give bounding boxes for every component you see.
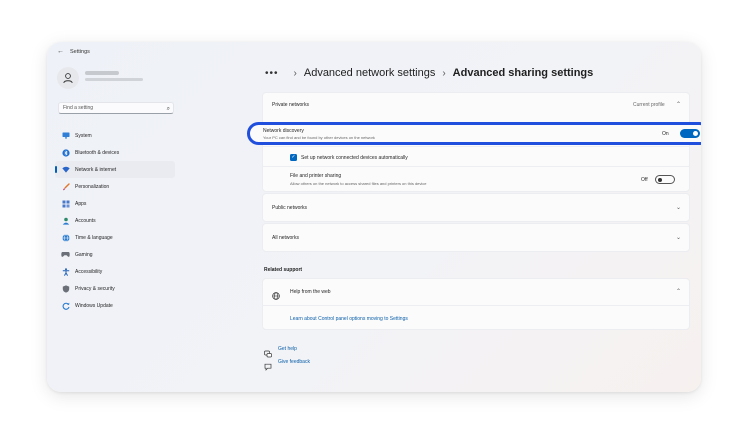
help-from-web-title: Help from the web bbox=[290, 289, 331, 295]
app-title: Settings bbox=[70, 49, 90, 55]
brush-icon bbox=[61, 182, 70, 191]
public-networks-card[interactable]: Public networks ⌄ bbox=[262, 193, 690, 222]
user-email-redacted bbox=[85, 78, 143, 81]
help-from-web-header[interactable]: Help from the web ⌃ bbox=[263, 279, 689, 305]
related-support-card: Help from the web ⌃ Learn about Control … bbox=[262, 278, 690, 330]
sidebar-item-label: Gaming bbox=[75, 251, 93, 258]
file-sharing-label: File and printer sharing bbox=[290, 173, 342, 179]
bluetooth-icon bbox=[61, 148, 70, 157]
back-arrow-icon[interactable]: ← bbox=[57, 48, 64, 55]
person-icon bbox=[61, 216, 70, 225]
give-feedback-link[interactable]: Give feedback bbox=[278, 359, 310, 365]
all-networks-card[interactable]: All networks ⌄ bbox=[262, 223, 690, 252]
apps-icon bbox=[61, 199, 70, 208]
control-panel-link[interactable]: Learn about Control panel options moving… bbox=[290, 316, 408, 322]
chevron-right-icon: › bbox=[293, 68, 297, 79]
search-input[interactable]: Find a setting ⌕ bbox=[58, 102, 174, 114]
private-networks-title: Private networks bbox=[272, 102, 309, 108]
get-help-link[interactable]: Get help bbox=[278, 346, 297, 352]
chevron-down-icon: ⌄ bbox=[676, 205, 682, 211]
sidebar-item-label: Apps bbox=[75, 200, 87, 207]
sidebar-item-apps[interactable]: Apps bbox=[55, 195, 175, 212]
update-icon bbox=[61, 301, 70, 310]
page-title: Advanced sharing settings bbox=[452, 67, 594, 79]
sidebar-item-system[interactable]: System bbox=[55, 127, 175, 144]
auto-setup-label: Set up network connected devices automat… bbox=[301, 155, 408, 161]
sidebar-item-windows-update[interactable]: Windows Update bbox=[55, 297, 175, 314]
shield-icon bbox=[61, 284, 70, 293]
avatar[interactable] bbox=[57, 67, 79, 89]
sidebar-item-personalization[interactable]: Personalization bbox=[55, 178, 175, 195]
network-discovery-toggle[interactable] bbox=[680, 129, 700, 138]
sidebar-item-label: Accounts bbox=[75, 217, 96, 224]
divider bbox=[263, 146, 689, 147]
chevron-right-icon: › bbox=[442, 68, 446, 79]
network-discovery-label: Network discovery bbox=[263, 128, 304, 134]
search-icon: ⌕ bbox=[166, 106, 170, 112]
all-networks-title: All networks bbox=[272, 235, 299, 241]
related-support-heading: Related support bbox=[264, 267, 303, 273]
network-discovery-description: Your PC can find and be found by other d… bbox=[263, 135, 375, 140]
sidebar-nav: System Bluetooth & devices Network & int… bbox=[55, 127, 175, 314]
sidebar-item-network[interactable]: Network & internet bbox=[55, 161, 175, 178]
network-discovery-row[interactable]: Network discovery Your PC can find and b… bbox=[247, 122, 701, 145]
file-sharing-description: Allow others on the network to access sh… bbox=[290, 181, 427, 186]
sidebar-item-label: Privacy & security bbox=[75, 285, 115, 292]
file-sharing-toggle[interactable] bbox=[655, 175, 675, 184]
current-profile-badge: Current profile bbox=[633, 102, 665, 108]
chevron-down-icon: ⌄ bbox=[676, 235, 682, 241]
sidebar-item-label: Bluetooth & devices bbox=[75, 149, 120, 156]
globe-icon bbox=[61, 233, 70, 242]
network-discovery-state: On bbox=[662, 131, 669, 137]
globe-icon bbox=[272, 287, 280, 305]
sidebar-item-time-language[interactable]: Time & language bbox=[55, 229, 175, 246]
sidebar-item-bluetooth[interactable]: Bluetooth & devices bbox=[55, 144, 175, 161]
file-sharing-state: Off bbox=[641, 177, 648, 183]
breadcrumb: ••• › Advanced network settings › Advanced s… bbox=[265, 67, 593, 79]
auto-setup-checkbox[interactable]: ✓ bbox=[290, 154, 297, 161]
person-icon bbox=[63, 73, 73, 84]
search-placeholder: Find a setting bbox=[63, 105, 94, 111]
sidebar-item-label: Windows Update bbox=[75, 302, 113, 309]
sidebar-item-label: Network & internet bbox=[75, 166, 117, 173]
monitor-icon bbox=[61, 131, 70, 140]
public-networks-title: Public networks bbox=[272, 205, 308, 211]
feedback-icon bbox=[264, 358, 272, 376]
accessibility-icon bbox=[61, 267, 70, 276]
user-name-redacted bbox=[85, 71, 119, 75]
sidebar-item-privacy[interactable]: Privacy & security bbox=[55, 280, 175, 297]
sidebar-item-label: Time & language bbox=[75, 234, 113, 241]
chevron-up-icon: ⌃ bbox=[676, 102, 682, 108]
sidebar-item-label: Accessibility bbox=[75, 268, 103, 275]
settings-window: ← Settings Find a setting ⌕ System Bluet… bbox=[47, 42, 701, 392]
gamepad-icon bbox=[61, 250, 70, 259]
breadcrumb-parent[interactable]: Advanced network settings bbox=[304, 67, 435, 79]
divider bbox=[263, 305, 689, 306]
sidebar-item-gaming[interactable]: Gaming bbox=[55, 246, 175, 263]
more-icon[interactable]: ••• bbox=[265, 68, 279, 79]
sidebar-item-accounts[interactable]: Accounts bbox=[55, 212, 175, 229]
divider bbox=[263, 166, 689, 167]
chevron-up-icon: ⌃ bbox=[676, 289, 682, 295]
sidebar-item-label: System bbox=[75, 132, 92, 139]
wifi-icon bbox=[61, 165, 70, 174]
private-networks-header[interactable]: Private networks Current profile ⌃ bbox=[263, 93, 689, 117]
sidebar-item-label: Personalization bbox=[75, 183, 110, 190]
sidebar-item-accessibility[interactable]: Accessibility bbox=[55, 263, 175, 280]
